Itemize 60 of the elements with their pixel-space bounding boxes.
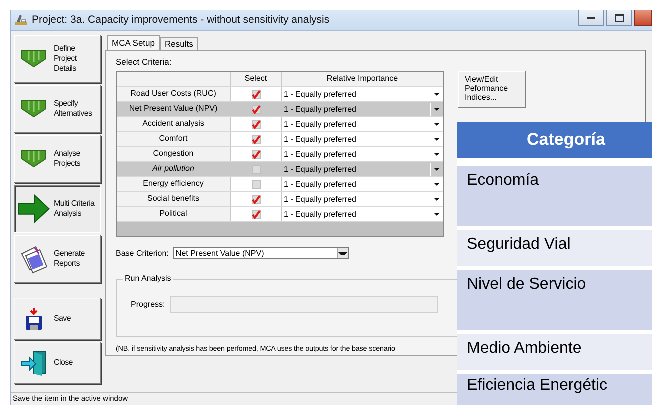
column-header: Categoría bbox=[457, 122, 652, 158]
table-cell: Medio Ambiente bbox=[457, 334, 652, 370]
close-button[interactable]: Close bbox=[14, 342, 101, 384]
criterion-name: Comfort bbox=[117, 132, 231, 146]
save-icon bbox=[23, 307, 45, 331]
criterion-name: Social benefits bbox=[117, 192, 231, 206]
group-title: Run Analysis bbox=[123, 274, 174, 283]
caret-icon bbox=[434, 108, 440, 110]
importance-dropdown[interactable]: 1 - Equally preferred bbox=[282, 102, 443, 116]
table-cell: Eficiencia Energétic bbox=[457, 374, 652, 405]
down-arrow-icon bbox=[20, 49, 48, 69]
sidebar-item[interactable]: Specify Alternatives bbox=[14, 85, 101, 133]
caret-icon bbox=[338, 252, 348, 254]
caret-icon bbox=[434, 122, 440, 126]
reports-icon bbox=[19, 244, 49, 274]
caret-icon bbox=[434, 138, 440, 140]
caret-icon bbox=[434, 198, 440, 200]
caret-icon bbox=[434, 92, 440, 96]
criterion-name: Accident analysis bbox=[117, 117, 231, 131]
checkbox[interactable] bbox=[252, 90, 260, 98]
tab[interactable]: MCA Setup bbox=[107, 35, 160, 50]
table-cell: Economía bbox=[457, 166, 652, 226]
importance-dropdown[interactable]: 1 - Equally preferred bbox=[282, 162, 443, 176]
down-arrow-icon bbox=[20, 99, 48, 119]
checkbox[interactable] bbox=[252, 134, 260, 144]
save-button[interactable]: Save bbox=[14, 298, 101, 340]
criterion-name: Energy efficiency bbox=[117, 177, 231, 191]
down-arrow-icon bbox=[20, 149, 48, 169]
checkbox[interactable] bbox=[252, 120, 260, 128]
checkbox[interactable] bbox=[252, 210, 260, 218]
criterion-name: Congestion bbox=[117, 147, 231, 161]
field-label: Base Criterion: bbox=[116, 248, 169, 258]
checkbox[interactable] bbox=[252, 194, 260, 204]
criterion-name: Road User Costs (RUC) bbox=[117, 87, 231, 101]
sidebar-item[interactable]: Multi Criteria Analysis bbox=[14, 185, 101, 233]
maximize-button[interactable] bbox=[606, 10, 632, 26]
close-button[interactable] bbox=[634, 10, 652, 26]
field-label: Progress: bbox=[131, 300, 166, 309]
caret-icon bbox=[434, 168, 440, 170]
section-label: Select Criteria: bbox=[116, 57, 173, 67]
sidebar-item[interactable]: Define Project Details bbox=[14, 35, 101, 83]
checkbox[interactable] bbox=[252, 104, 260, 114]
minimize-button[interactable] bbox=[578, 10, 604, 26]
exit-door-icon bbox=[20, 350, 48, 376]
checkbox[interactable] bbox=[252, 180, 260, 188]
window-title: Project: 3a. Capacity improvements - without sensitivity analysis bbox=[32, 14, 330, 26]
caret-icon bbox=[434, 182, 440, 186]
table-cell: Nivel de Servicio bbox=[457, 270, 652, 330]
tab[interactable]: Results bbox=[160, 37, 198, 50]
table-cell: Seguridad Vial bbox=[457, 230, 652, 266]
criterion-name: Political bbox=[117, 207, 231, 221]
sidebar-item[interactable]: Analyse Projects bbox=[14, 135, 101, 183]
app-icon bbox=[14, 14, 28, 26]
base-criterion-dropdown[interactable]: Net Present Value (NPV) bbox=[172, 247, 349, 259]
caret-icon bbox=[434, 212, 440, 216]
caret-icon bbox=[434, 152, 440, 156]
view-edit-indices-button[interactable]: View/Edit Peformance Indices... bbox=[458, 71, 526, 108]
checkbox[interactable] bbox=[252, 150, 260, 158]
checkbox[interactable] bbox=[252, 164, 260, 174]
sidebar-item[interactable]: Generate Reports bbox=[14, 235, 101, 283]
